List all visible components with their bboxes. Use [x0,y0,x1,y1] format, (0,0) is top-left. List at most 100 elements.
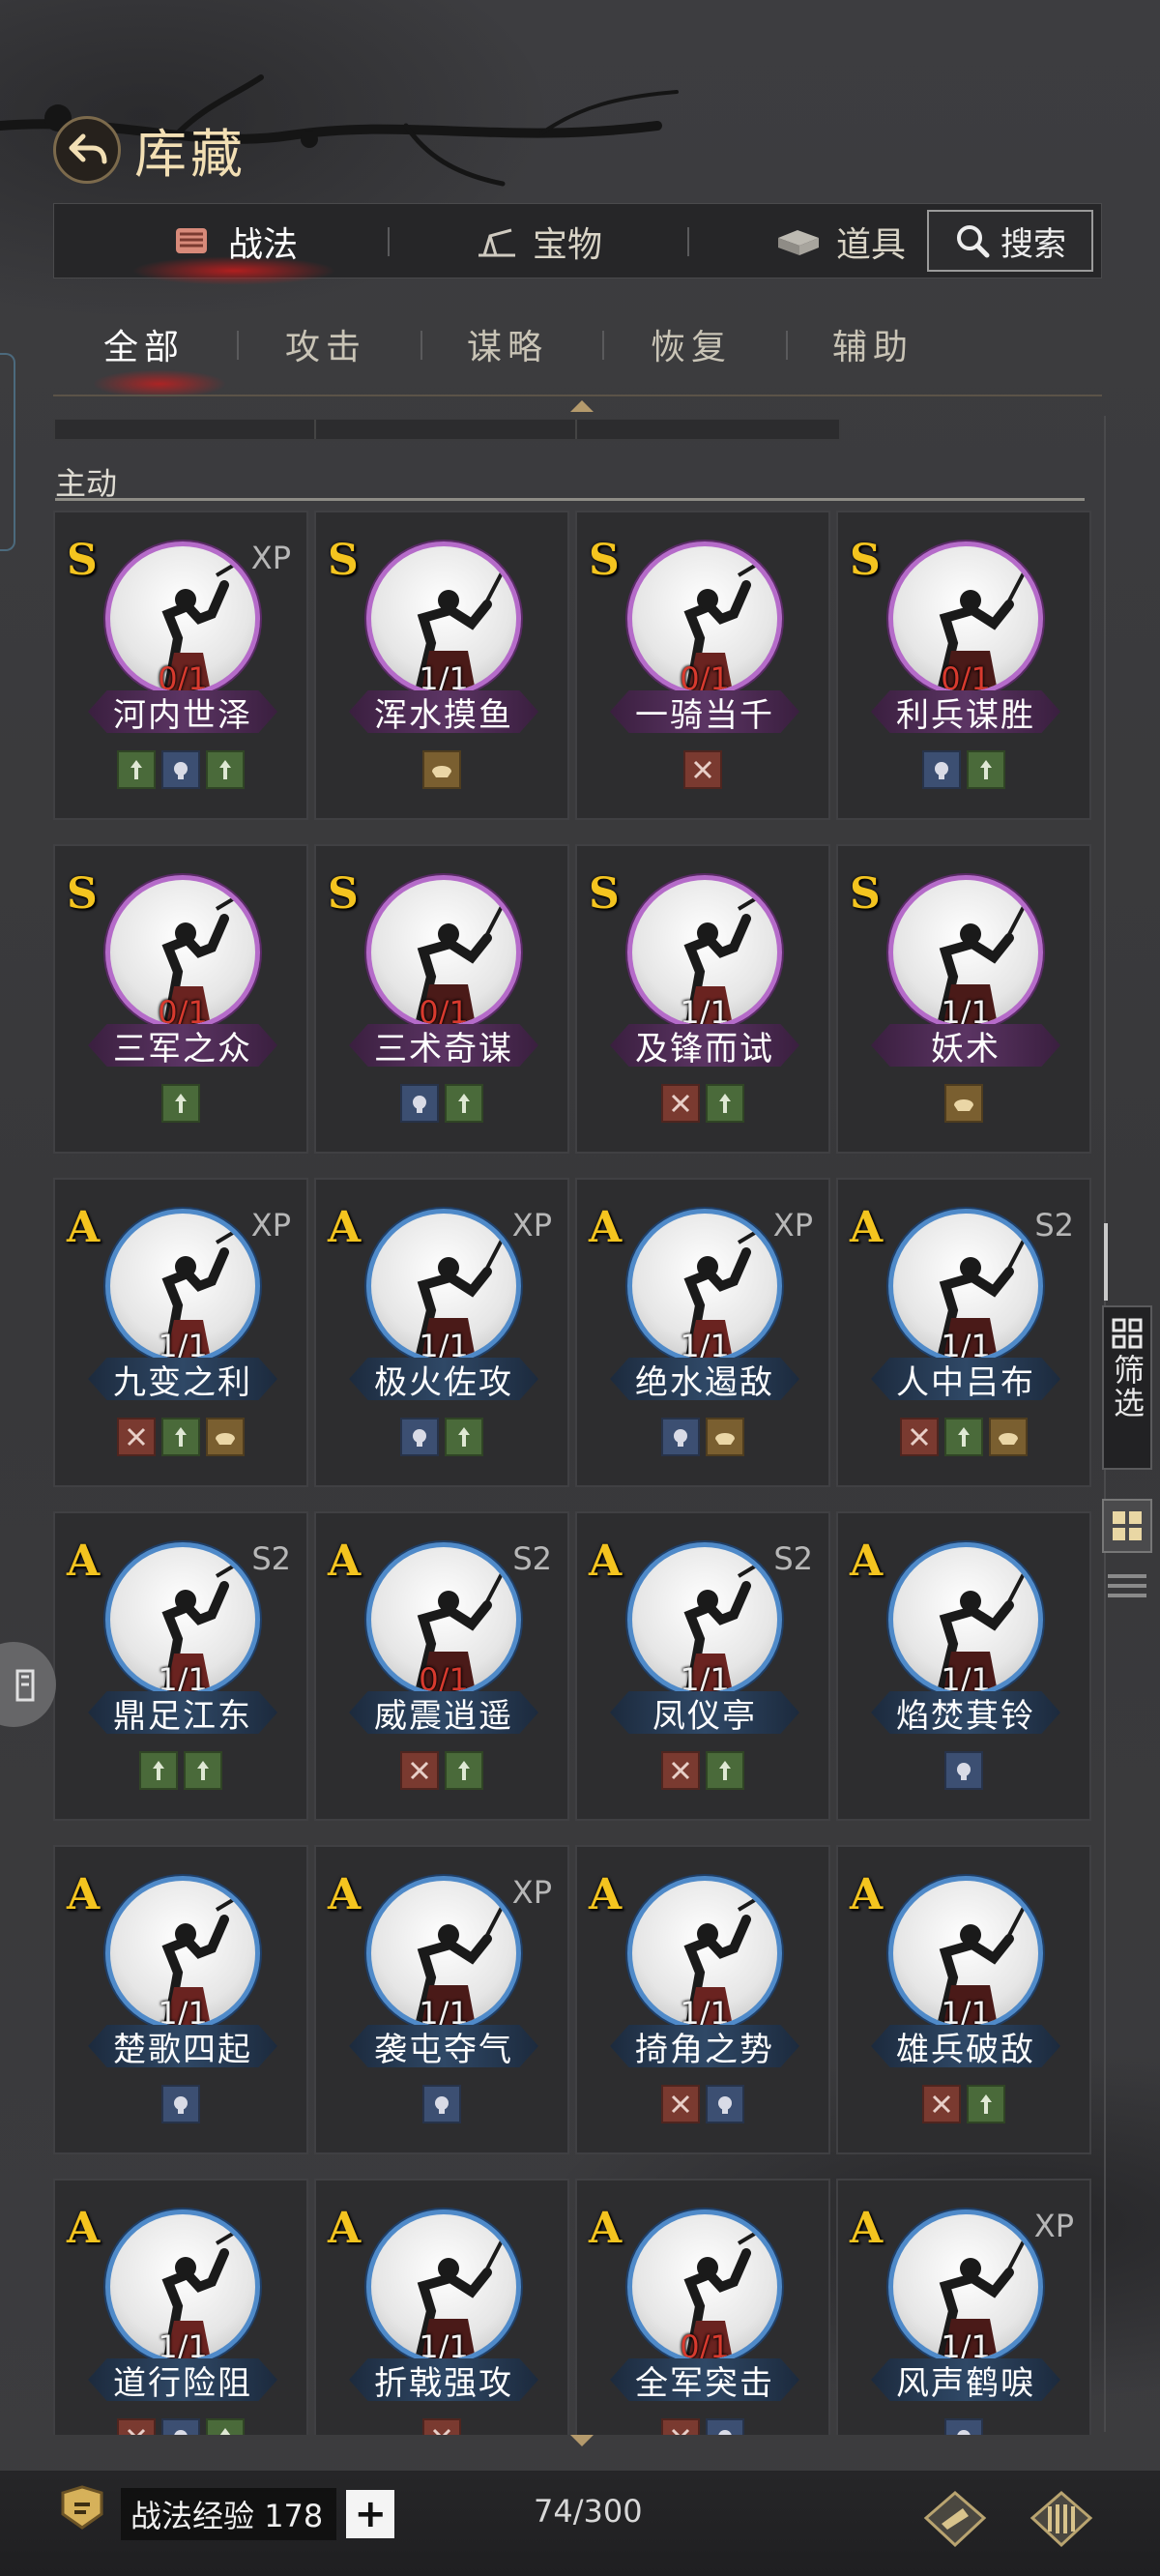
general-portrait: 0/1 [105,875,260,1030]
tactic-name: 折戟强攻 [349,2358,538,2401]
strategy-type-icon [706,2418,744,2435]
tactic-card[interactable]: 1/1 A 焰焚萁铃 [836,1511,1091,1821]
attack-type-icon [117,1418,156,1456]
grade-badge: A [850,1537,884,1586]
tactic-name: 袭屯夺气 [349,2025,538,2067]
strategy-type-icon [922,750,961,789]
tactic-card[interactable]: 1/1 A 雄兵破敌 [836,1845,1091,2154]
tactic-tag: XP [1033,2208,1074,2244]
general-portrait: 1/1 [888,1209,1043,1363]
attack-type-icon [117,2418,156,2435]
tactic-card[interactable]: 0/1 A 全军突击 [575,2179,830,2435]
grade-badge: A [850,1203,884,1252]
tactic-card[interactable]: 1/1 A 掎角之势 [575,1845,830,2154]
tactic-card[interactable]: 1/1 A XP 绝水遏敌 [575,1178,830,1487]
tactic-card[interactable]: 0/1 S 一骑当千 [575,511,830,820]
scroll-bundle-icon [1030,2491,1093,2548]
attack-type-icon [661,1751,700,1790]
general-portrait: 0/1 [366,1542,521,1697]
tactic-tag: S2 [1034,1207,1074,1244]
grade-badge: A [67,1203,101,1252]
bag-button[interactable] [1023,2485,1100,2553]
tab-items-label: 道具 [836,225,907,265]
scroll-down-icon[interactable] [570,2435,594,2446]
list-view-toggle[interactable] [1108,1566,1146,1605]
grade-badge: A [589,2204,623,2253]
tactic-card[interactable]: 1/1 S 妖术 [836,844,1091,1154]
back-button[interactable] [53,115,121,184]
tactic-card[interactable]: 0/1 A S2 威震逍遥 [314,1511,569,1821]
tactic-name: 鼎足江东 [88,1691,277,1734]
tactic-card[interactable]: 1/1 S 及锋而试 [575,844,830,1154]
search-button[interactable]: 搜索 [927,210,1093,272]
tactic-card[interactable]: 1/1 A XP 极火佐攻 [314,1178,569,1487]
tactic-name: 三军之众 [88,1024,277,1067]
tactic-name: 极火佐攻 [349,1358,538,1400]
scrollbar-thumb[interactable] [1104,1223,1108,1301]
tactic-card[interactable]: 1/1 A 折戟强攻 [314,2179,569,2435]
tactic-type-icons [838,2085,1089,2123]
filter-button[interactable]: 筛选 [1102,1305,1152,1470]
tactic-card[interactable]: 0/1 S 三术奇谋 [314,844,569,1154]
subtab-strategy[interactable]: 谋略 [467,319,548,369]
subtab-attack[interactable]: 攻击 [285,319,366,369]
tactic-name: 风声鹤唳 [871,2358,1060,2401]
general-portrait: 1/1 [627,1209,782,1363]
strategy-type-icon [161,2085,200,2123]
tactic-card[interactable]: 1/1 A XP 袭屯夺气 [314,1845,569,2154]
treasure-icon [478,228,515,257]
tactic-card[interactable]: 1/1 A 道行险阻 [53,2179,308,2435]
tactic-tag: XP [511,1874,552,1911]
tab-treasure-label: 宝物 [533,225,603,265]
tactic-type-icons [316,1418,567,1456]
tactic-card[interactable]: 1/1 A S2 鼎足江东 [53,1511,308,1821]
tactic-card[interactable]: 1/1 A S2 凤仪亭 [575,1511,830,1821]
subtab-support[interactable]: 辅助 [832,319,914,369]
tab-items[interactable]: 道具 [774,204,906,279]
attack-type-icon [683,750,722,789]
tactic-card[interactable]: 1/1 S 浑水摸鱼 [314,511,569,820]
tactic-name: 全军突击 [610,2358,799,2401]
grid-view-icon [1113,1511,1142,1540]
tactic-type-icons [838,1418,1089,1456]
tactic-type-icons [577,750,828,789]
tactic-card[interactable]: 1/1 A S2 人中吕布 [836,1178,1091,1487]
primary-tab-bar: 战法 宝物 道具 搜索 [53,203,1102,285]
tab-divider [687,227,689,256]
subtab-recovery[interactable]: 恢复 [651,319,732,369]
tactic-card[interactable]: 0/1 S 利兵谋胜 [836,511,1091,820]
tactic-card[interactable]: 1/1 A XP 风声鹤唳 [836,2179,1091,2435]
subtab-all[interactable]: 全部 [103,319,185,369]
strategy-type-icon [422,2085,461,2123]
tab-tactics[interactable]: 战法 [131,204,337,285]
grade-badge: A [328,1203,362,1252]
general-portrait: 1/1 [888,875,1043,1030]
support-type-icon [706,1751,744,1790]
side-drawer-handle[interactable] [0,353,15,551]
attack-type-icon [661,1084,700,1123]
subtab-divider [237,331,239,360]
tactic-card[interactable]: 0/1 S 三军之众 [53,844,308,1154]
tactic-name: 及锋而试 [610,1024,799,1067]
general-portrait: 0/1 [105,542,260,696]
scroll-icon [176,228,207,253]
subtab-divider [786,331,788,360]
grid-view-toggle[interactable] [1102,1499,1152,1553]
attack-type-icon [400,1751,439,1790]
tactic-card[interactable]: 0/1 S XP 河内世泽 [53,511,308,820]
exchange-button[interactable] [916,2485,994,2553]
tactic-type-icons [577,1418,828,1456]
add-xp-button[interactable]: + [346,2490,395,2538]
grade-badge: S [850,536,881,585]
tactic-card[interactable]: 1/1 A 楚歌四起 [53,1845,308,2154]
tactic-card[interactable]: 1/1 A XP 九变之利 [53,1178,308,1487]
scroll-up-icon[interactable] [570,400,594,412]
tab-treasure[interactable]: 宝物 [475,204,602,279]
tactic-name: 浑水摸鱼 [349,690,538,733]
tactic-type-icons [55,2418,306,2435]
tactic-tag: S2 [251,1540,291,1577]
tactic-tag: XP [250,540,291,576]
tab-tactics-label: 战法 [228,225,299,265]
tactic-type-icons [838,1084,1089,1123]
support-type-icon [117,750,156,789]
